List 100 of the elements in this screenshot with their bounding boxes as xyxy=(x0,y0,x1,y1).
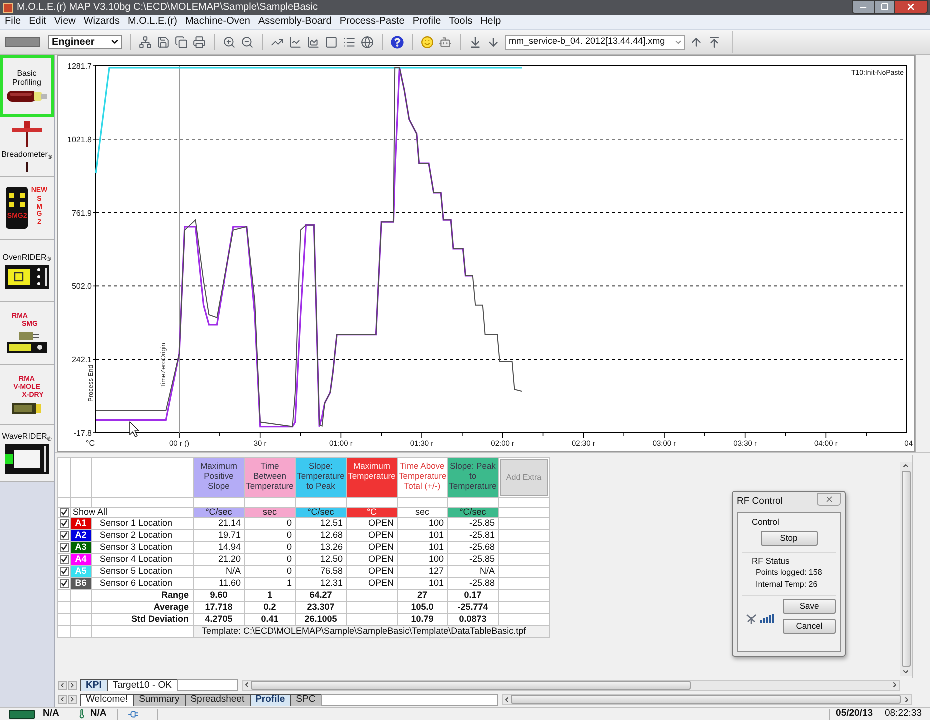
checkbox[interactable] xyxy=(60,543,68,552)
checkbox[interactable] xyxy=(60,579,68,588)
sheet-tab[interactable]: Spreadsheet xyxy=(184,694,251,706)
table-cell: OPEN xyxy=(347,566,398,578)
tool-button[interactable]: WaveRIDER$_{®}$ xyxy=(0,425,54,482)
checkbox[interactable] xyxy=(60,519,68,528)
table-cell: OPEN xyxy=(347,518,398,530)
scroll-up-icon[interactable] xyxy=(902,462,910,470)
copy-icon[interactable] xyxy=(175,36,188,48)
rectangle-icon[interactable] xyxy=(325,36,338,48)
scrollbar-thumb[interactable] xyxy=(902,471,910,667)
table-cell: 14.94 xyxy=(194,542,245,554)
column-header: Maximum Temperature xyxy=(347,458,398,498)
scroll-left-icon[interactable] xyxy=(243,681,251,689)
robot-icon[interactable] xyxy=(439,36,452,48)
stop-button[interactable]: Stop xyxy=(760,530,818,546)
table-cell: -25.85 xyxy=(448,554,499,566)
menu-item[interactable]: Edit xyxy=(25,17,50,27)
plug-icon xyxy=(128,708,139,720)
table-cell: 12.51 xyxy=(296,518,347,530)
app-icon xyxy=(3,2,13,12)
sensor-name: Sensor 4 Location xyxy=(92,554,194,566)
menu-item[interactable]: View xyxy=(50,17,80,27)
zoom-out-icon[interactable] xyxy=(241,36,254,48)
menu-item[interactable]: Wizards xyxy=(80,17,124,27)
dialog-button[interactable]: Cancel xyxy=(783,619,836,634)
menu-item[interactable]: Machine-Oven xyxy=(181,17,254,27)
close-window-button[interactable] xyxy=(894,0,928,14)
hierarchy-icon[interactable] xyxy=(139,36,152,48)
y-axis-unit: °C xyxy=(86,439,95,448)
empty-cell xyxy=(71,602,92,614)
menu-item[interactable]: Help xyxy=(476,17,506,27)
horizontal-scrollbar[interactable] xyxy=(242,680,900,690)
arrow-down-to-line-icon[interactable] xyxy=(469,36,482,48)
zoom-in-icon[interactable] xyxy=(223,36,236,48)
area-chart-icon[interactable] xyxy=(307,36,320,48)
tab-scroll-right-icon[interactable] xyxy=(68,695,77,704)
horizontal-scrollbar[interactable] xyxy=(502,694,912,705)
smiley-icon[interactable] xyxy=(421,36,434,48)
table-cell: N/A xyxy=(194,566,245,578)
table-cell: 0 xyxy=(245,530,296,542)
tool-button[interactable]: OvenRIDER$_{®}$ xyxy=(0,240,54,302)
tool-button[interactable]: Basic Profiling xyxy=(0,55,54,117)
summary-cell: -25.774 xyxy=(448,602,499,614)
scrollbar-thumb[interactable] xyxy=(251,680,691,690)
checkbox[interactable] xyxy=(60,567,68,576)
help-icon[interactable] xyxy=(391,36,404,48)
menu-item[interactable]: Process-Paste xyxy=(336,17,409,27)
user-level-dropdown[interactable]: Engineer xyxy=(48,35,122,49)
checkbox[interactable] xyxy=(60,531,68,540)
tool-button[interactable]: Breadometer$_{®}$ xyxy=(0,117,54,177)
unit-cell: °C/sec xyxy=(296,508,347,518)
status-field: N/A xyxy=(43,709,60,719)
sheet-tab[interactable]: Target10 - OK xyxy=(106,679,178,691)
scroll-left-icon[interactable] xyxy=(503,696,511,704)
sensor-channel: A5 xyxy=(71,566,92,578)
minimize-button[interactable] xyxy=(852,0,875,14)
scroll-down-icon[interactable] xyxy=(902,668,910,676)
template-path: Template: C:\ECD\MOLEMAP\Sample\SampleBasic\Template\DataTableBasic.tpf xyxy=(194,626,550,638)
sensor-channel: A1 xyxy=(71,518,92,530)
vertical-scrollbar[interactable] xyxy=(900,462,912,676)
table-cell: 1 xyxy=(245,578,296,590)
checkbox[interactable] xyxy=(60,555,68,564)
menu-item[interactable]: Profile xyxy=(408,17,446,27)
profile-file-dropdown[interactable]: mm_service-b_04. 2012[13.44.44].xmg xyxy=(505,34,685,50)
table-cell: OPEN xyxy=(347,530,398,542)
menu-item[interactable]: File xyxy=(1,17,26,27)
table-cell: -25.68 xyxy=(448,542,499,554)
table-cell: 101 xyxy=(398,578,448,590)
sheet-tab[interactable]: Welcome! xyxy=(80,694,134,706)
probe-needle-icon xyxy=(10,121,44,147)
sheet-tab[interactable]: SPC xyxy=(290,694,322,706)
line-chart-icon[interactable] xyxy=(289,36,302,48)
print-icon[interactable] xyxy=(193,36,206,48)
checkbox[interactable] xyxy=(60,508,68,517)
menu-item[interactable]: Assembly-Board xyxy=(254,17,336,27)
arrow-up-icon[interactable] xyxy=(690,36,703,48)
tab-strip xyxy=(176,679,238,691)
sheet-tab[interactable]: Summary xyxy=(133,694,186,706)
maximize-button[interactable] xyxy=(875,0,894,14)
menu-item[interactable]: M.O.L.E.(r) xyxy=(124,17,182,27)
tab-scroll-left-icon[interactable] xyxy=(58,695,67,704)
summary-label: Range xyxy=(92,590,194,602)
table-cell: OPEN xyxy=(347,578,398,590)
tab-scroll-left-icon[interactable] xyxy=(58,680,67,690)
menu-item[interactable]: Tools xyxy=(445,17,477,27)
summary-cell: 17.718 xyxy=(194,602,245,614)
arrow-down-icon[interactable] xyxy=(487,36,500,48)
sensor-channel: B6 xyxy=(71,578,92,590)
summary-cell: 0.2 xyxy=(245,602,296,614)
globe-icon[interactable] xyxy=(361,36,374,48)
dialog-button[interactable]: Save xyxy=(783,599,836,614)
sheet-tab[interactable]: Profile xyxy=(250,694,292,706)
sheet-tab[interactable]: KPI xyxy=(80,679,108,691)
antenna-icon xyxy=(746,614,757,624)
tab-scroll-right-icon[interactable] xyxy=(68,680,77,690)
save-icon[interactable] xyxy=(157,36,170,48)
scrollbar-thumb[interactable] xyxy=(511,695,901,704)
arrow-up-to-line-icon[interactable] xyxy=(708,36,721,48)
close-icon xyxy=(906,2,916,12)
